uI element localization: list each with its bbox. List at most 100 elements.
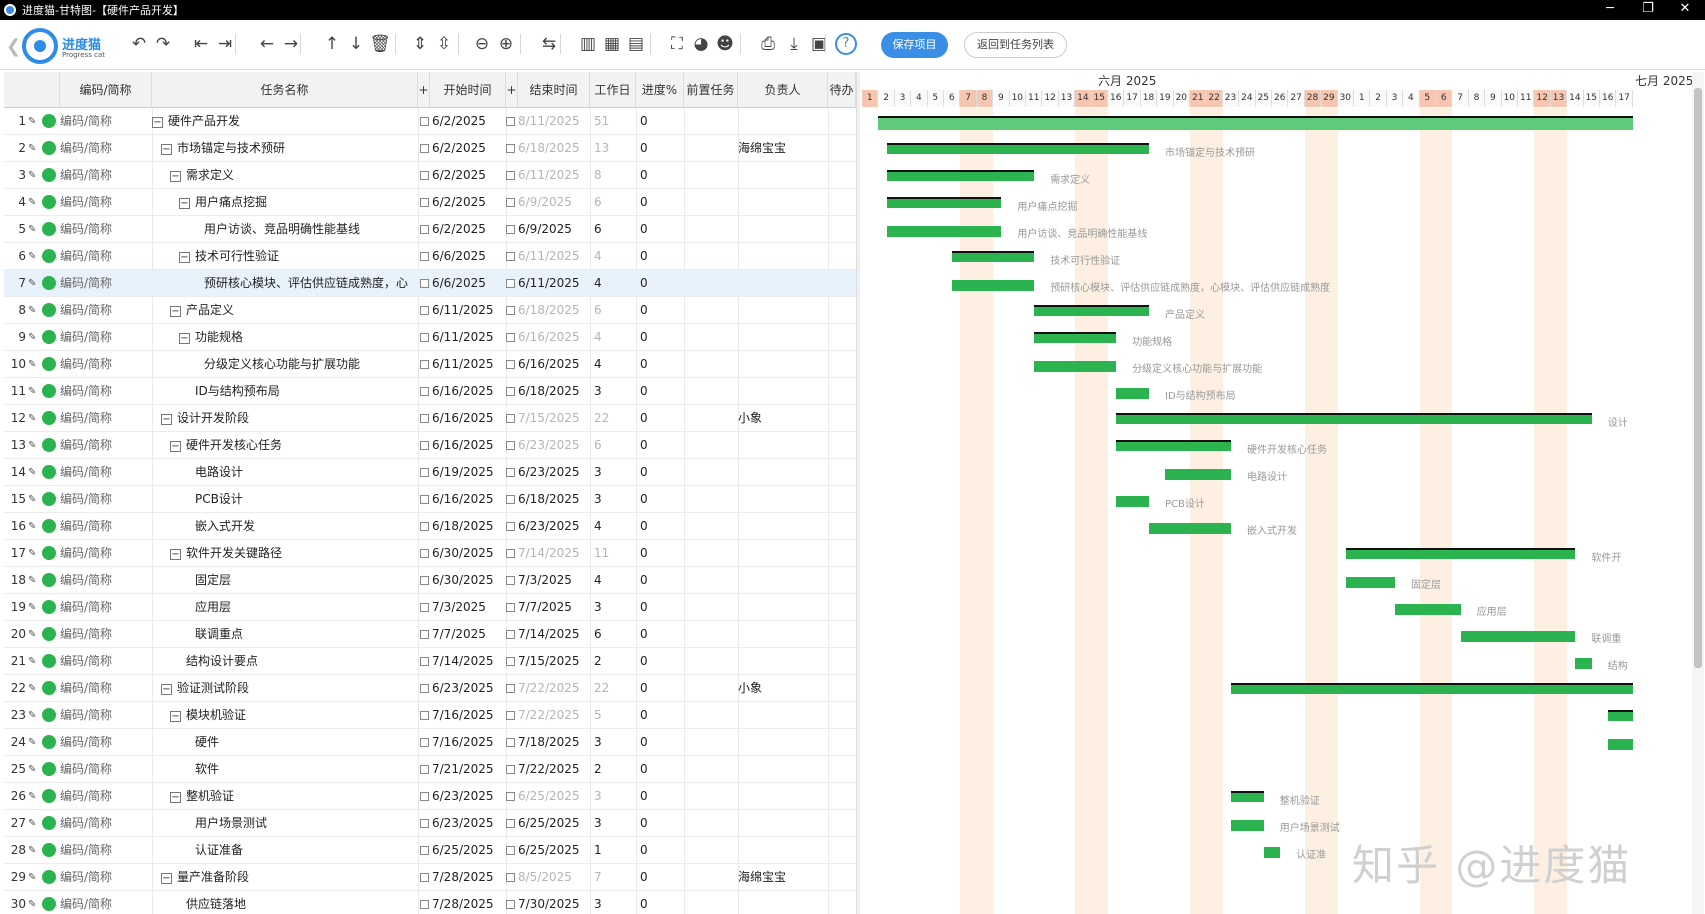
task-bar[interactable] bbox=[886, 170, 1035, 181]
end-date-cell[interactable]: 6/9/2025 bbox=[506, 216, 588, 243]
task-code[interactable]: 编码/简称 bbox=[60, 216, 150, 243]
edit-pencil-icon[interactable]: ✎ bbox=[28, 540, 38, 567]
edit-pencil-icon[interactable]: ✎ bbox=[28, 702, 38, 729]
end-date-cell[interactable]: 6/9/2025 bbox=[506, 189, 588, 216]
edit-pencil-icon[interactable]: ✎ bbox=[28, 675, 38, 702]
owner[interactable] bbox=[738, 324, 828, 351]
save-project-button[interactable]: 保存项目 bbox=[881, 32, 948, 58]
progress[interactable]: 0 bbox=[636, 783, 682, 810]
start-checkbox[interactable] bbox=[420, 819, 429, 828]
edit-pencil-icon[interactable]: ✎ bbox=[28, 405, 38, 432]
start-date-cell[interactable]: 6/2/2025 bbox=[420, 135, 504, 162]
start-checkbox[interactable] bbox=[420, 171, 429, 180]
task-code[interactable]: 编码/简称 bbox=[60, 432, 150, 459]
owner[interactable] bbox=[738, 810, 828, 837]
end-date-cell[interactable]: 7/18/2025 bbox=[506, 729, 588, 756]
workdays[interactable]: 3 bbox=[590, 378, 634, 405]
workdays[interactable]: 4 bbox=[590, 243, 634, 270]
workdays[interactable]: 3 bbox=[590, 594, 634, 621]
outdent-icon[interactable]: ⇤ bbox=[190, 33, 212, 55]
start-date-cell[interactable]: 6/23/2025 bbox=[420, 783, 504, 810]
team-icon[interactable]: ☻ bbox=[714, 33, 736, 55]
edit-pencil-icon[interactable]: ✎ bbox=[28, 729, 38, 756]
header-owner[interactable]: 负责人 bbox=[738, 72, 828, 108]
progress[interactable]: 0 bbox=[636, 162, 682, 189]
task-bar[interactable] bbox=[1263, 847, 1281, 858]
progress[interactable]: 0 bbox=[636, 729, 682, 756]
end-checkbox[interactable] bbox=[506, 387, 515, 396]
task-code[interactable]: 编码/简称 bbox=[60, 567, 150, 594]
task-row[interactable]: 12 ✎ 编码/简称 − 设计开发阶段 6/16/2025 7/15/2025 22 0 小象 bbox=[4, 405, 856, 432]
task-row[interactable]: 21 ✎ 编码/简称 结构设计要点 7/14/2025 7/15/2025 2 0 bbox=[4, 648, 856, 675]
workdays[interactable]: 13 bbox=[590, 135, 634, 162]
edit-pencil-icon[interactable]: ✎ bbox=[28, 513, 38, 540]
start-checkbox[interactable] bbox=[420, 117, 429, 126]
end-date-cell[interactable]: 6/23/2025 bbox=[506, 432, 588, 459]
start-date-cell[interactable]: 7/7/2025 bbox=[420, 621, 504, 648]
collapse-toggle-icon[interactable]: − bbox=[179, 333, 190, 344]
edit-pencil-icon[interactable]: ✎ bbox=[28, 486, 38, 513]
owner[interactable] bbox=[738, 297, 828, 324]
end-checkbox[interactable] bbox=[506, 765, 515, 774]
book-icon[interactable]: ▣ bbox=[808, 33, 830, 55]
task-bar[interactable] bbox=[1034, 361, 1117, 372]
owner[interactable] bbox=[738, 891, 828, 914]
task-name-cell[interactable]: − 技术可行性验证 bbox=[152, 243, 418, 270]
workdays[interactable]: 22 bbox=[590, 675, 634, 702]
start-date-cell[interactable]: 7/28/2025 bbox=[420, 891, 504, 914]
owner[interactable] bbox=[738, 783, 828, 810]
progress[interactable]: 0 bbox=[636, 540, 682, 567]
task-name-cell[interactable]: 认证准备 bbox=[152, 837, 418, 864]
task-row[interactable]: 22 ✎ 编码/简称 − 验证测试阶段 6/23/2025 7/22/2025 22 0 小象 bbox=[4, 675, 856, 702]
end-checkbox[interactable] bbox=[506, 819, 515, 828]
edit-pencil-icon[interactable]: ✎ bbox=[28, 810, 38, 837]
progress[interactable]: 0 bbox=[636, 108, 682, 135]
task-row[interactable]: 14 ✎ 编码/简称 电路设计 6/19/2025 6/23/2025 3 0 bbox=[4, 459, 856, 486]
task-bar[interactable] bbox=[1460, 631, 1576, 642]
owner[interactable] bbox=[738, 621, 828, 648]
end-date-cell[interactable]: 6/18/2025 bbox=[506, 297, 588, 324]
edit-pencil-icon[interactable]: ✎ bbox=[28, 783, 38, 810]
start-checkbox[interactable] bbox=[420, 630, 429, 639]
task-name-cell[interactable]: − 设计开发阶段 bbox=[152, 405, 418, 432]
start-checkbox[interactable] bbox=[420, 765, 429, 774]
edit-pencil-icon[interactable]: ✎ bbox=[28, 432, 38, 459]
task-row[interactable]: 20 ✎ 编码/简称 联调重点 7/7/2025 7/14/2025 6 0 bbox=[4, 621, 856, 648]
task-name-cell[interactable]: 供应链落地 bbox=[152, 891, 418, 914]
arrow-left-icon[interactable]: ← bbox=[256, 33, 278, 55]
progress[interactable]: 0 bbox=[636, 891, 682, 914]
task-bar[interactable] bbox=[1231, 683, 1633, 694]
owner[interactable] bbox=[738, 486, 828, 513]
task-name-cell[interactable]: − 产品定义 bbox=[152, 297, 418, 324]
end-checkbox[interactable] bbox=[506, 468, 515, 477]
task-code[interactable]: 编码/简称 bbox=[60, 459, 150, 486]
edit-pencil-icon[interactable]: ✎ bbox=[28, 189, 38, 216]
workdays[interactable]: 4 bbox=[590, 270, 634, 297]
owner[interactable] bbox=[738, 594, 828, 621]
owner[interactable] bbox=[738, 216, 828, 243]
start-date-cell[interactable]: 6/2/2025 bbox=[420, 108, 504, 135]
header-add-start[interactable]: + bbox=[418, 72, 430, 108]
end-checkbox[interactable] bbox=[506, 306, 515, 315]
end-checkbox[interactable] bbox=[506, 198, 515, 207]
task-bar[interactable] bbox=[1608, 710, 1633, 721]
start-date-cell[interactable]: 6/30/2025 bbox=[420, 567, 504, 594]
task-code[interactable]: 编码/简称 bbox=[60, 351, 150, 378]
progress[interactable]: 0 bbox=[636, 189, 682, 216]
progress[interactable]: 0 bbox=[636, 243, 682, 270]
layout-right-icon[interactable]: ▤ bbox=[625, 33, 647, 55]
owner[interactable] bbox=[738, 648, 828, 675]
edit-pencil-icon[interactable]: ✎ bbox=[28, 378, 38, 405]
task-code[interactable]: 编码/简称 bbox=[60, 270, 150, 297]
start-checkbox[interactable] bbox=[420, 549, 429, 558]
task-bar[interactable] bbox=[1231, 820, 1264, 831]
task-row[interactable]: 18 ✎ 编码/简称 固定层 6/30/2025 7/3/2025 4 0 bbox=[4, 567, 856, 594]
header-pending[interactable]: 待办 bbox=[828, 72, 856, 108]
fullscreen-icon[interactable]: ⛶ bbox=[666, 33, 688, 55]
end-checkbox[interactable] bbox=[506, 549, 515, 558]
close-button[interactable]: ✕ bbox=[1665, 0, 1705, 20]
task-bar[interactable] bbox=[1345, 548, 1576, 559]
start-date-cell[interactable]: 6/30/2025 bbox=[420, 540, 504, 567]
task-row[interactable]: 26 ✎ 编码/简称 − 整机验证 6/23/2025 6/25/2025 3 0 bbox=[4, 783, 856, 810]
workdays[interactable]: 6 bbox=[590, 432, 634, 459]
